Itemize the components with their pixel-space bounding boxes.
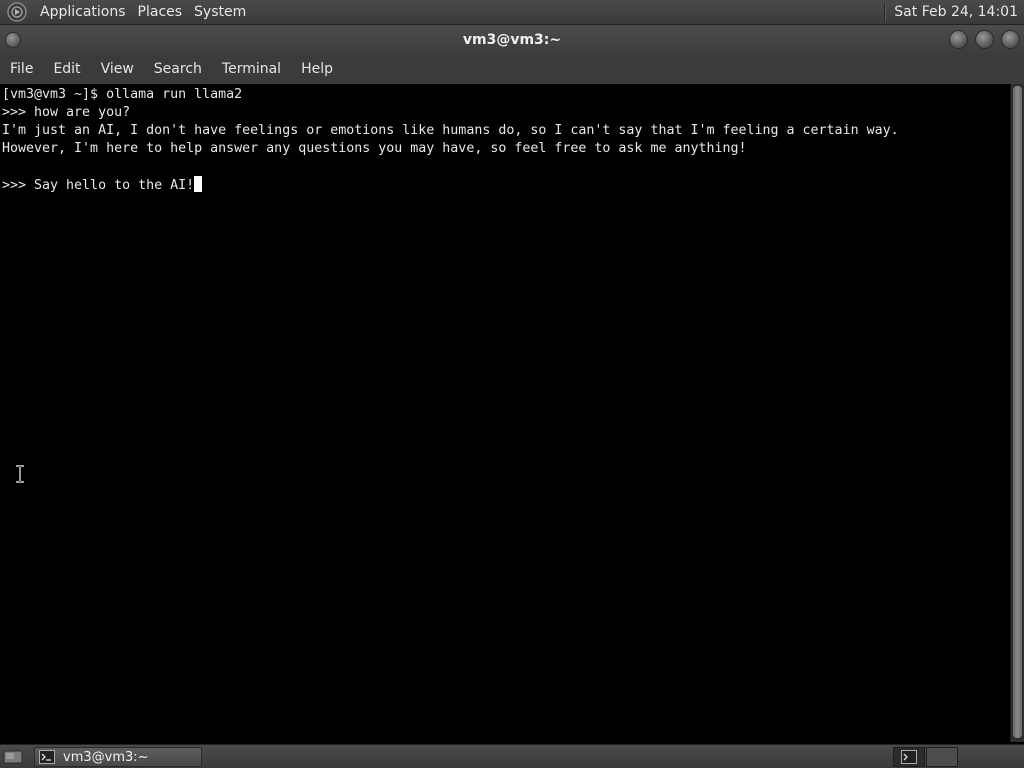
menu-view[interactable]: View	[91, 55, 144, 84]
places-menu[interactable]: Places	[132, 0, 189, 25]
top-panel: Applications Places System Sat Feb 24, 1…	[0, 0, 1024, 25]
terminal-line: I'm just an AI, I don't have feelings or…	[2, 123, 899, 138]
terminal-line: [vm3@vm3 ~]$ ollama run llama2	[2, 87, 243, 102]
maximize-icon[interactable]	[975, 30, 994, 49]
scrollbar-thumb[interactable]	[1013, 86, 1022, 738]
menu-edit[interactable]: Edit	[43, 55, 90, 84]
applications-logo-icon[interactable]	[6, 1, 28, 23]
menu-search[interactable]: Search	[144, 55, 212, 84]
ibeam-cursor-icon	[16, 465, 24, 483]
window-menu-icon[interactable]	[5, 32, 21, 48]
minimize-icon[interactable]	[949, 30, 968, 49]
menu-terminal[interactable]: Terminal	[212, 55, 291, 84]
close-icon[interactable]	[1001, 30, 1020, 49]
terminal-input-line[interactable]: >>> Say hello to the AI!	[2, 176, 1010, 195]
window-titlebar[interactable]: vm3@vm3:~	[0, 25, 1024, 55]
clock[interactable]: Sat Feb 24, 14:01	[894, 4, 1024, 20]
window-title: vm3@vm3:~	[462, 32, 562, 48]
system-menu[interactable]: System	[188, 0, 252, 25]
text-cursor	[194, 176, 203, 192]
workspace-2[interactable]	[926, 747, 958, 767]
terminal-scrollbar[interactable]	[1010, 84, 1024, 742]
terminal-output[interactable]: [vm3@vm3 ~]$ ollama run llama2 >>> how ar…	[0, 84, 1010, 742]
show-desktop-icon[interactable]	[2, 748, 24, 766]
menu-help[interactable]: Help	[291, 55, 343, 84]
menu-file[interactable]: File	[0, 55, 43, 84]
terminal-line: However, I'm here to help answer any que…	[2, 141, 747, 156]
terminal-icon	[39, 750, 55, 764]
applications-menu[interactable]: Applications	[34, 0, 132, 25]
terminal-prompt-input: >>> Say hello to the AI!	[2, 178, 195, 193]
terminal-line: >>> how are you?	[2, 105, 131, 120]
workspace-1[interactable]	[893, 747, 925, 767]
taskbar-window-label: vm3@vm3:~	[63, 749, 149, 765]
panel-separator	[884, 3, 887, 21]
taskbar-window-button[interactable]: vm3@vm3:~	[34, 747, 202, 767]
terminal-menubar: File Edit View Search Terminal Help	[0, 55, 1024, 84]
bottom-panel: vm3@vm3:~	[0, 744, 1024, 768]
workspace-window-icon	[901, 750, 917, 764]
